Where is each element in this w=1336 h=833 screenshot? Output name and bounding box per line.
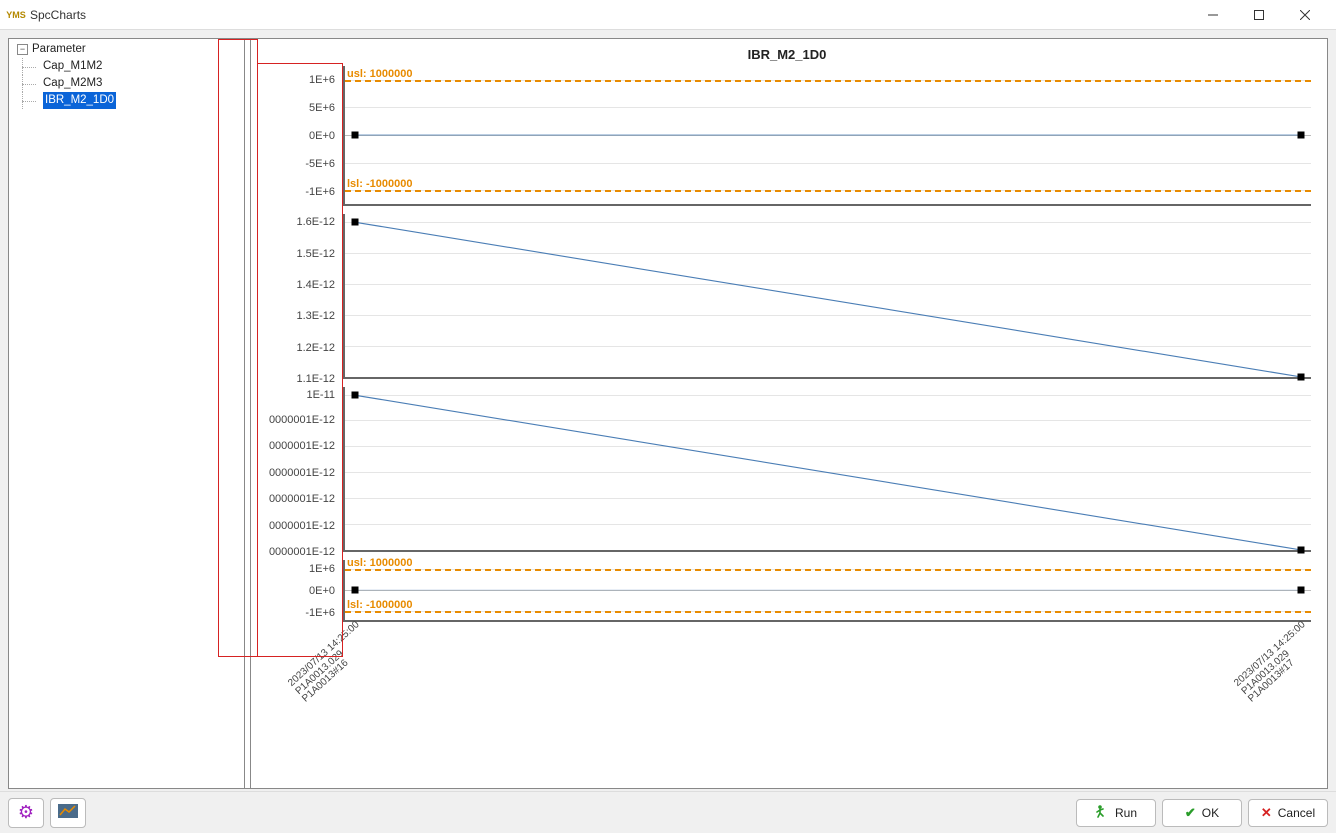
cancel-label: Cancel [1278,806,1315,820]
tree-root-label: Parameter [32,41,86,58]
ytick: 0000001E-12 [269,440,335,452]
tree-item-label: IBR_M2_1D0 [43,92,116,109]
run-icon [1095,804,1109,821]
run-label: Run [1115,806,1137,820]
ytick: 1E-11 [306,389,335,401]
ytick: 0E+0 [309,130,335,142]
ytick: 1.6E-12 [296,216,335,228]
ytick: 0000001E-12 [269,467,335,479]
run-button[interactable]: Run [1076,799,1156,827]
ok-label: OK [1202,806,1219,820]
ytick: 1.4E-12 [296,279,335,291]
titlebar: YMS SpcCharts [0,0,1336,30]
chart-tool-button[interactable] [50,798,86,828]
ytick: -1E+6 [305,607,335,619]
app-icon: YMS [8,7,24,23]
data-marker [351,219,358,226]
ytick: 0000001E-12 [269,520,335,532]
chart-icon [58,804,78,821]
ytick: -1E+6 [305,186,335,198]
subchart-stddev: Stddev 1.6E-12 1.5E-12 1.4E-12 1.3E-12 1… [253,214,1321,379]
tree-item[interactable]: Cap_M2M3 [9,75,244,92]
ytick: 1.3E-12 [296,310,335,322]
ytick: 0000001E-12 [269,493,335,505]
ytick: 0000001E-12 [269,414,335,426]
subchart-average: Average 1E+6 5E+6 0E+0 -5E+6 -1E+6 [253,66,1321,206]
subchart-rawdata: RawData 1E+6 0E+0 -1E+6 usl: 1000000 lsl… [253,560,1321,622]
tree-item-label: Cap_M1M2 [43,58,102,75]
settings-button[interactable]: ⚙ [8,798,44,828]
check-icon: ✔ [1185,805,1196,821]
window-title: SpcCharts [30,8,86,22]
xtick: 2023/07/13 14:25:00 P1A0013.029 P1A0013#… [1233,620,1322,705]
tree-root[interactable]: − Parameter [9,41,244,58]
chart-pane[interactable]: IBR_M2_1D0 Average 1E+6 5E+6 0E+0 -5E+6 … [251,39,1327,788]
ok-button[interactable]: ✔ OK [1162,799,1242,827]
ytick: -5E+6 [305,158,335,170]
data-line [345,560,1311,620]
maximize-button[interactable] [1236,0,1282,30]
data-marker [1298,132,1305,139]
parameter-tree[interactable]: − Parameter Cap_M1M2 Cap_M2M3 IBR_M2_1D0 [9,39,245,788]
cancel-button[interactable]: ✕ Cancel [1248,799,1328,827]
tree-item-label: Cap_M2M3 [43,75,102,92]
maximize-icon [1254,10,1264,20]
minimize-icon [1208,10,1218,20]
xtick: 2023/07/13 14:25:00 P1A0013.029 P1A0013#… [286,620,375,705]
ytick: 0E+0 [309,585,335,597]
tree-item[interactable]: IBR_M2_1D0 [9,92,244,109]
content-area: − Parameter Cap_M1M2 Cap_M2M3 IBR_M2_1D0… [0,30,1336,791]
ytick: 1.2E-12 [296,342,335,354]
ytick: 0000001E-12 [269,546,335,558]
ytick: 1E+6 [309,563,335,575]
data-marker [351,132,358,139]
collapse-icon[interactable]: − [17,44,28,55]
minimize-button[interactable] [1190,0,1236,30]
gear-icon: ⚙ [18,802,34,823]
subchart-range: Range 1E-11 0000001E-12 0000001E-12 0000… [253,387,1321,552]
data-marker [351,587,358,594]
close-icon [1300,10,1310,20]
data-marker [1298,547,1305,554]
data-marker [1298,587,1305,594]
ytick: 1.1E-12 [296,373,335,385]
bottombar: ⚙ Run ✔ OK ✕ Cancel [0,791,1336,833]
data-line [345,66,1311,204]
close-button[interactable] [1282,0,1328,30]
data-line [345,387,1311,550]
ytick: 1E+6 [309,74,335,86]
cancel-icon: ✕ [1261,805,1272,821]
data-marker [1298,374,1305,381]
ytick: 5E+6 [309,102,335,114]
data-marker [351,392,358,399]
chart-title: IBR_M2_1D0 [253,41,1321,64]
tree-item[interactable]: Cap_M1M2 [9,58,244,75]
data-line [345,214,1311,377]
ytick: 1.5E-12 [296,248,335,260]
